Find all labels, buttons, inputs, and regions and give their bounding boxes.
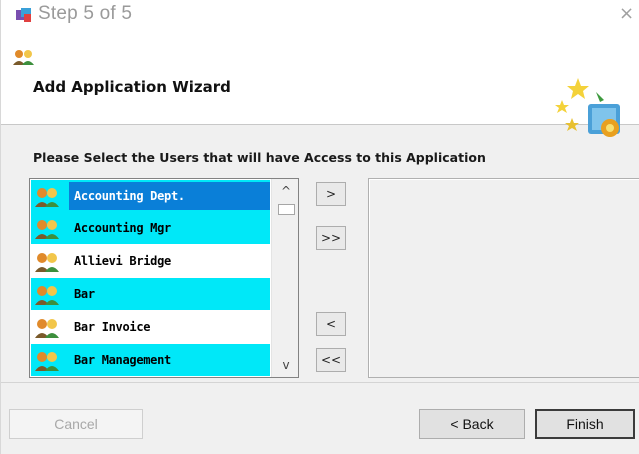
wizard-window: Step 5 of 5 × Add Application Wizard Ple… xyxy=(0,0,639,454)
list-item-label: Bar xyxy=(74,287,95,301)
back-button[interactable]: < Back xyxy=(419,409,525,439)
wizard-header: Add Application Wizard xyxy=(1,30,639,137)
list-item-label: Allievi Bridge xyxy=(74,254,171,268)
scroll-down-icon[interactable]: v xyxy=(275,357,297,373)
list-item-label: Accounting Dept. xyxy=(74,189,185,203)
list-item[interactable]: Bar Invoice xyxy=(31,311,270,343)
add-all-button[interactable]: >> xyxy=(316,226,346,250)
wizard-stars-icon xyxy=(555,78,620,137)
list-item-highlight: Accounting Dept. xyxy=(69,182,270,210)
user-group-icon xyxy=(31,212,69,244)
finish-button[interactable]: Finish xyxy=(535,409,635,439)
instruction-text: Please Select the Users that will have A… xyxy=(33,150,486,165)
list-item-label: Accounting Mgr xyxy=(74,221,171,235)
list-item[interactable]: Bar Management xyxy=(31,344,270,376)
list-scrollbar[interactable]: ^ v xyxy=(271,179,298,377)
user-group-icon xyxy=(31,245,69,277)
list-item[interactable]: Allievi Bridge xyxy=(31,245,270,277)
title-bar: Step 5 of 5 × xyxy=(1,0,639,30)
user-group-icon xyxy=(31,180,69,212)
close-icon[interactable]: × xyxy=(619,3,634,24)
list-item[interactable]: Bar xyxy=(31,278,270,310)
list-item-label: Bar Management xyxy=(74,353,171,367)
list-item[interactable]: Accounting Dept. xyxy=(31,180,270,212)
scroll-thumb[interactable] xyxy=(278,204,295,215)
user-group-icon xyxy=(31,278,69,310)
window-title: Step 5 of 5 xyxy=(38,3,133,24)
scroll-up-icon[interactable]: ^ xyxy=(275,183,297,199)
available-users-list[interactable]: Accounting Dept. Accounting Mgr Allievi … xyxy=(29,178,299,378)
remove-all-button[interactable]: << xyxy=(316,348,346,372)
add-selected-button[interactable]: > xyxy=(316,182,346,206)
footer-divider xyxy=(1,382,639,383)
cancel-button[interactable]: Cancel xyxy=(9,409,143,439)
remove-selected-button[interactable]: < xyxy=(316,312,346,336)
wizard-title: Add Application Wizard xyxy=(33,78,231,96)
user-group-icon xyxy=(31,311,69,343)
users-icon xyxy=(13,50,34,65)
user-group-icon xyxy=(31,344,69,376)
app-icon xyxy=(16,8,31,22)
list-item[interactable]: Accounting Mgr xyxy=(31,212,270,244)
selected-users-list[interactable] xyxy=(368,178,639,378)
list-item-label: Bar Invoice xyxy=(74,320,151,334)
